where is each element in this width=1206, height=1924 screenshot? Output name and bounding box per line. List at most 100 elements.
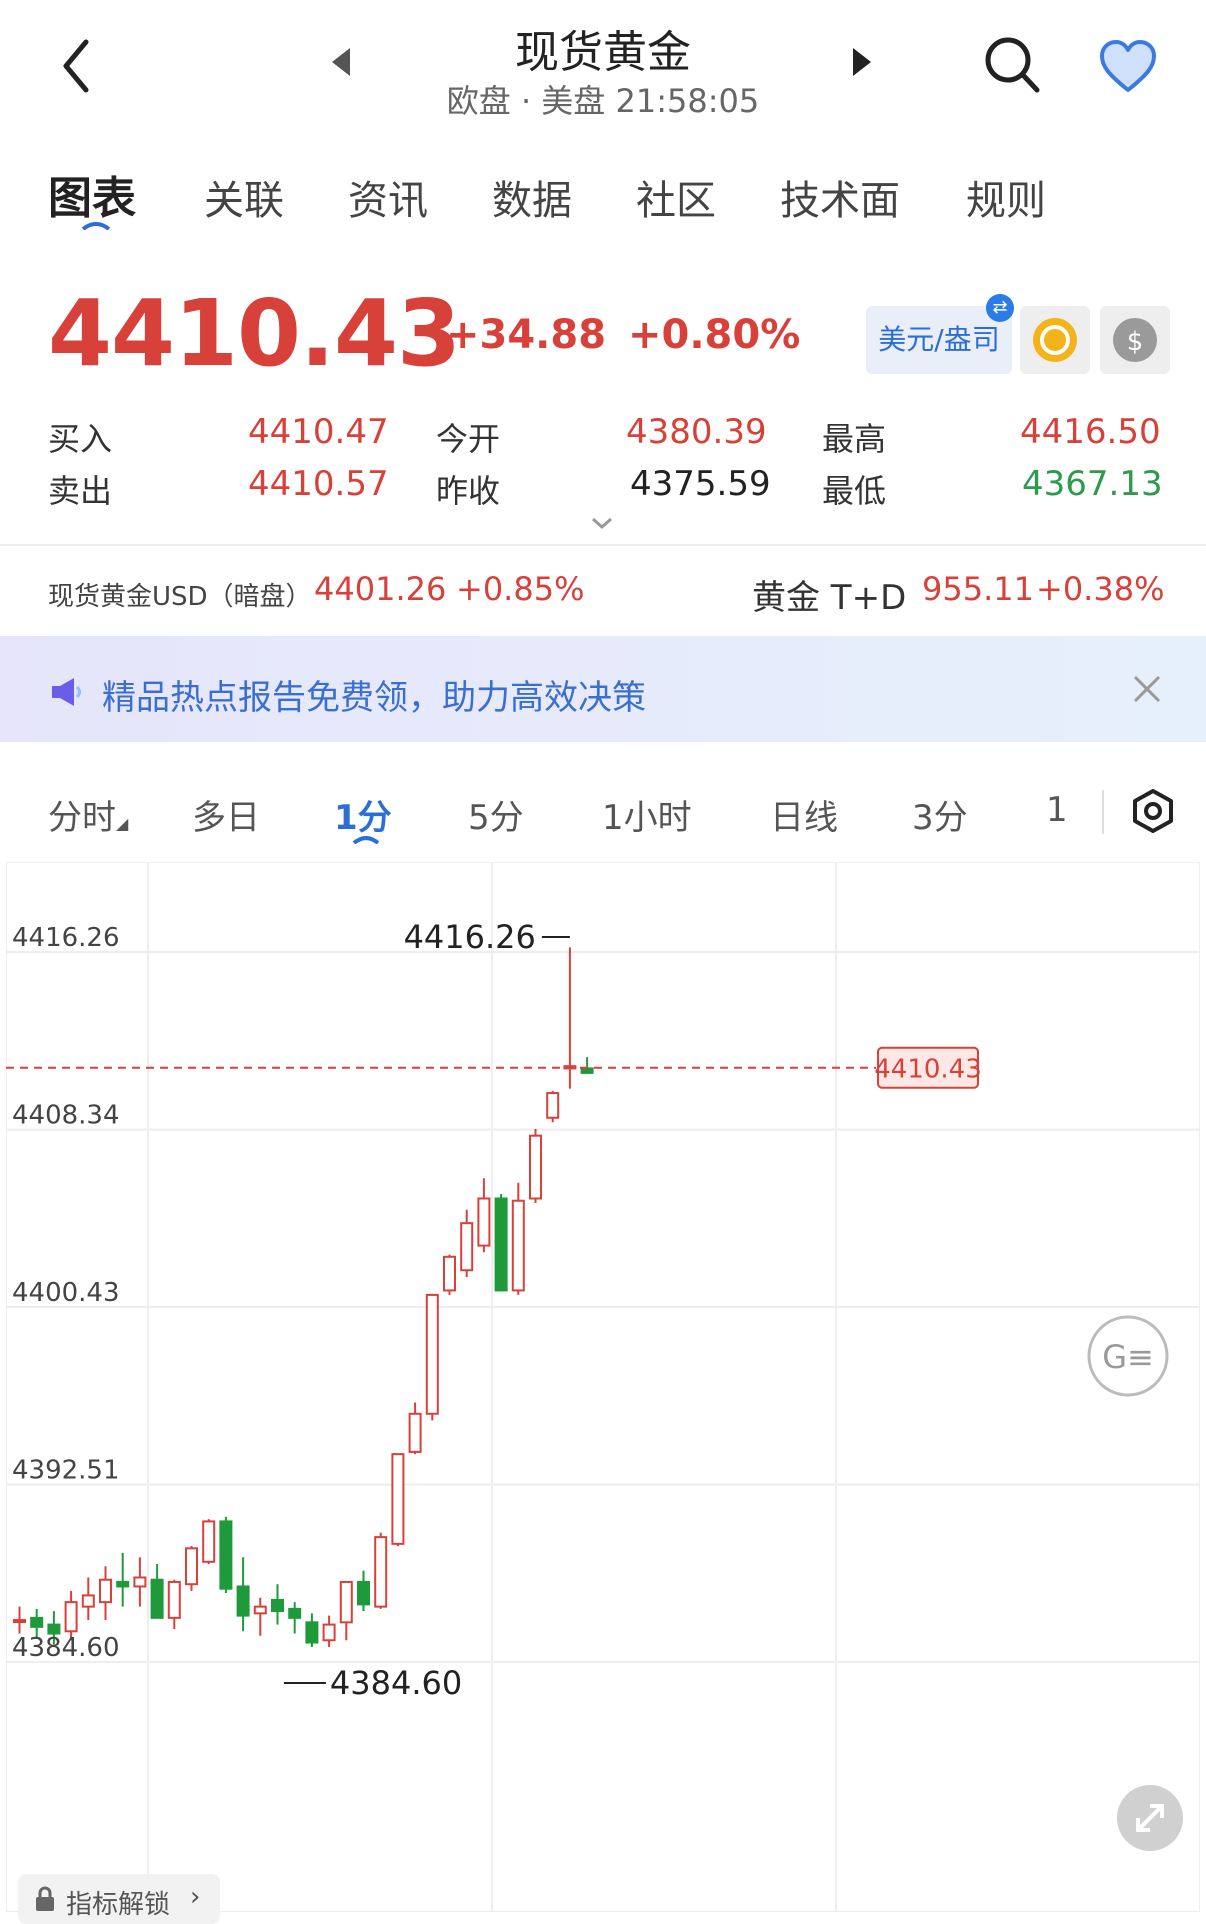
candle-body [202, 1520, 216, 1563]
candle-body [546, 1092, 560, 1119]
banner-text[interactable]: 精品热点报告免费领，助力高效决策 [102, 670, 646, 719]
tab-related[interactable]: 关联 [204, 168, 284, 226]
candle-body [511, 1199, 525, 1292]
period-tab-label: 分时 [48, 798, 116, 838]
tab-active-indicator [81, 222, 111, 230]
candle-body [580, 1067, 594, 1074]
min-price-label: 4384.60 [330, 1664, 462, 1702]
period-tab-daily[interactable]: 日线 [770, 790, 838, 839]
coin-icon [1033, 318, 1077, 362]
candle-body [460, 1222, 474, 1272]
period-tab-intraday[interactable]: 分时◢ [48, 790, 128, 839]
low-label: 最低 [822, 472, 887, 510]
candle-body [133, 1576, 147, 1588]
divider [0, 544, 1206, 546]
candle-body [99, 1578, 112, 1604]
close-icon[interactable] [1130, 672, 1164, 706]
candle-body [322, 1623, 336, 1642]
candle-body [185, 1547, 198, 1586]
y-tick-label: 4416.26 [12, 923, 120, 953]
low-value: 4367.13 [1022, 464, 1163, 504]
indicator-unlock-button[interactable]: 指标解锁 › [18, 1874, 220, 1924]
y-tick-label: 4392.51 [12, 1456, 120, 1486]
tab-technical[interactable]: 技术面 [780, 168, 900, 226]
prev-close-value: 4375.59 [630, 464, 771, 504]
period-tab-1min[interactable]: 1分 [334, 790, 392, 839]
current-price: 4410.43 [48, 280, 461, 387]
tab-news[interactable]: 资讯 [348, 168, 428, 226]
sell-value: 4410.57 [248, 464, 389, 504]
candle-body [391, 1453, 405, 1545]
svg-text:$: $ [1127, 327, 1144, 357]
high-value: 4416.50 [1020, 412, 1161, 452]
exchange-icon: $ [1113, 318, 1157, 362]
period-tab-1[interactable]: 1 [1046, 790, 1068, 830]
candle-body [64, 1601, 78, 1633]
favorite-heart-icon[interactable] [1098, 38, 1158, 94]
ticker-left-value: 4401.26 [314, 570, 447, 608]
candle-body [236, 1585, 250, 1617]
candle-body [425, 1293, 439, 1415]
prev-close-label: 昨收 [436, 472, 501, 510]
candle-body [13, 1619, 26, 1624]
candle-body [494, 1197, 508, 1292]
last-price-label: 4410.43 [874, 1055, 982, 1085]
candle-body [81, 1594, 95, 1608]
candle-body [408, 1412, 422, 1453]
candle-body [271, 1598, 284, 1613]
candle-body [116, 1580, 130, 1588]
sell-label: 卖出 [48, 472, 113, 510]
lock-icon [36, 1886, 54, 1911]
y-tick-label: 4408.34 [12, 1101, 120, 1131]
period-tab-5min[interactable]: 5分 [468, 790, 524, 839]
candlestick-chart[interactable]: 4416.26 4408.34 4400.43 4392.51 4384.60 4410.… [6, 862, 1200, 1912]
coin-button[interactable] [1020, 306, 1090, 374]
period-active-indicator [352, 836, 380, 844]
ticker-left-label: 现货黄金USD（暗盘） [48, 582, 312, 612]
buy-value: 4410.47 [248, 412, 389, 452]
candle-body [150, 1578, 164, 1619]
candle-body [443, 1255, 456, 1292]
price-change: +34.88 [446, 312, 607, 358]
period-tab-3min[interactable]: 3分 [912, 790, 968, 839]
y-tick-label: 4400.43 [12, 1278, 120, 1308]
chart-tool-g-icon[interactable]: G≡ [1086, 1314, 1170, 1398]
dropdown-caret-icon: ◢ [116, 814, 129, 833]
divider [1102, 790, 1104, 834]
max-price-label: 4416.26 [404, 918, 536, 956]
ticker-right-label[interactable]: 黄金 T+D [752, 570, 906, 619]
candle-body [167, 1580, 181, 1619]
speaker-icon [52, 678, 81, 706]
buy-label: 买入 [48, 420, 113, 458]
next-instrument-icon[interactable] [853, 48, 871, 76]
open-value: 4380.39 [626, 412, 767, 452]
candle-body [288, 1607, 302, 1619]
tab-chart[interactable]: 图表 [48, 162, 136, 226]
chart-settings-icon[interactable] [1130, 788, 1176, 834]
swap-icon: ⇄ [986, 294, 1014, 322]
exchange-button[interactable]: $ [1100, 306, 1170, 374]
candle-body [374, 1536, 388, 1608]
candle-body [529, 1134, 542, 1200]
ticker-right-change: +0.38% [1036, 570, 1165, 608]
candle-body [30, 1616, 44, 1628]
tab-data[interactable]: 数据 [492, 168, 572, 226]
chevron-right-icon: › [190, 1882, 201, 1912]
unlock-label: 指标解锁 [66, 1890, 171, 1920]
candle-body [219, 1520, 233, 1590]
svg-text:G≡: G≡ [1102, 1338, 1154, 1376]
search-icon[interactable] [982, 34, 1042, 96]
y-tick-label: 4384.60 [12, 1633, 120, 1663]
expand-chevron-icon[interactable] [590, 516, 614, 530]
period-tab-multiday[interactable]: 多日 [192, 790, 260, 839]
tab-community[interactable]: 社区 [636, 168, 716, 226]
candle-body [253, 1605, 267, 1615]
chart-grid [6, 862, 1200, 1912]
tab-rules[interactable]: 规则 [966, 168, 1046, 226]
ticker-right-value: 955.11 [922, 570, 1034, 608]
fullscreen-expand-icon[interactable] [1116, 1784, 1184, 1852]
ticker-left-change: +0.85% [456, 570, 585, 608]
price-change-percent: +0.80% [628, 312, 801, 358]
candle-body [477, 1197, 491, 1247]
period-tab-1hour[interactable]: 1小时 [602, 790, 692, 839]
